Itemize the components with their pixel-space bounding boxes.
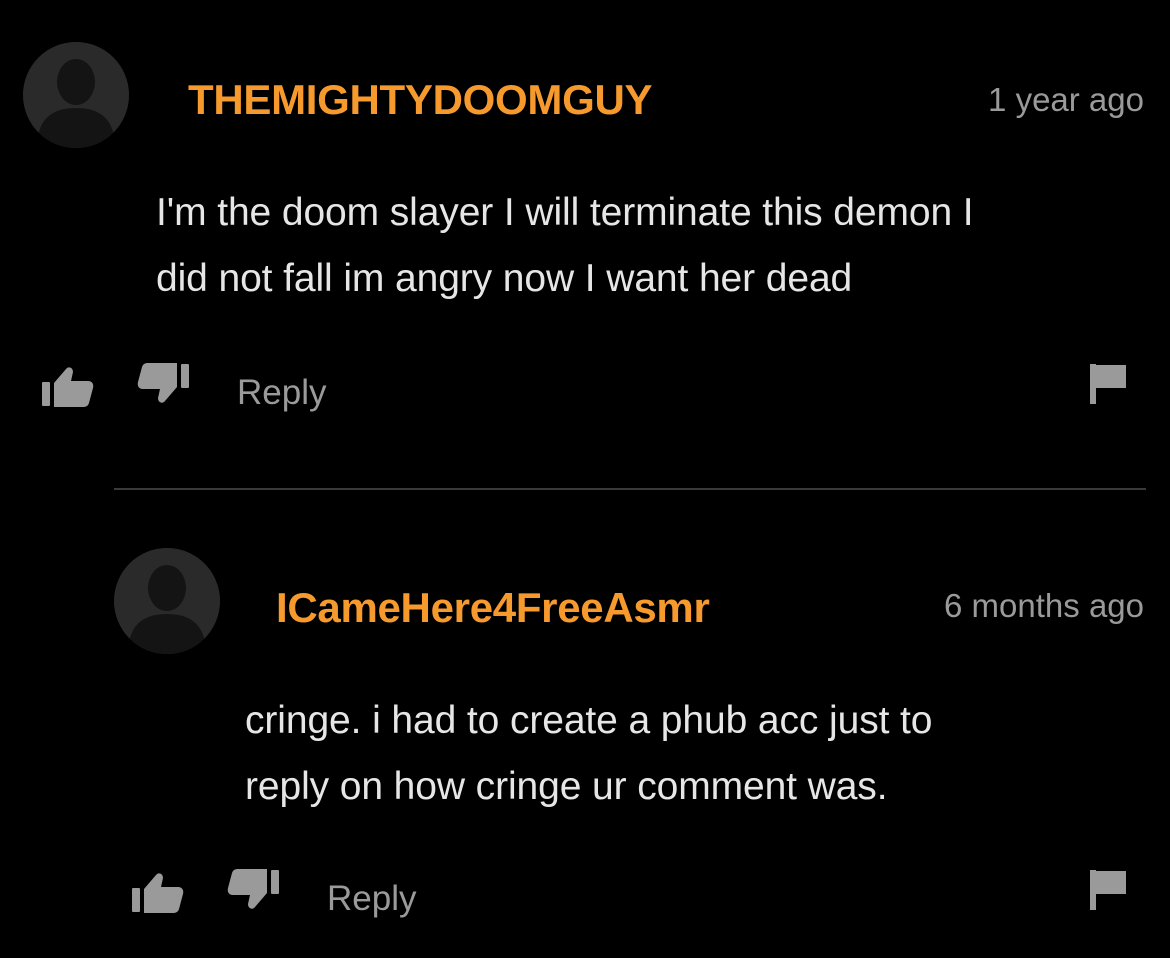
comment-text-line: I'm the doom slayer I will terminate thi… xyxy=(156,191,974,234)
comment-body: cringe. i had to create a phub acc just … xyxy=(245,688,1145,820)
user-avatar[interactable] xyxy=(114,548,220,654)
default-avatar-icon xyxy=(114,548,220,654)
user-avatar[interactable] xyxy=(23,42,129,148)
comment-timestamp: 1 year ago xyxy=(988,81,1144,118)
comment-divider xyxy=(114,488,1146,490)
comment-text-line: reply on how cringe ur comment was. xyxy=(245,765,888,808)
flag-icon[interactable] xyxy=(1088,868,1128,910)
thumbs-down-icon[interactable] xyxy=(137,362,191,404)
comment-text-line: cringe. i had to create a phub acc just … xyxy=(245,699,933,742)
username-link[interactable]: ICameHere4FreeAsmr xyxy=(276,584,710,632)
default-avatar-icon xyxy=(23,42,129,148)
comment-text-line: did not fall im angry now I want her dea… xyxy=(156,257,853,300)
flag-icon[interactable] xyxy=(1088,362,1128,404)
thumbs-down-icon[interactable] xyxy=(227,868,281,910)
thumbs-up-icon[interactable] xyxy=(40,366,94,408)
thumbs-up-icon[interactable] xyxy=(130,872,184,914)
comment-timestamp: 6 months ago xyxy=(944,587,1144,624)
username-link[interactable]: THEMIGHTYDOOMGUY xyxy=(188,76,653,124)
reply-button[interactable]: Reply xyxy=(237,373,326,413)
reply-button[interactable]: Reply xyxy=(327,879,416,919)
comment-body: I'm the doom slayer I will terminate thi… xyxy=(156,180,1146,312)
